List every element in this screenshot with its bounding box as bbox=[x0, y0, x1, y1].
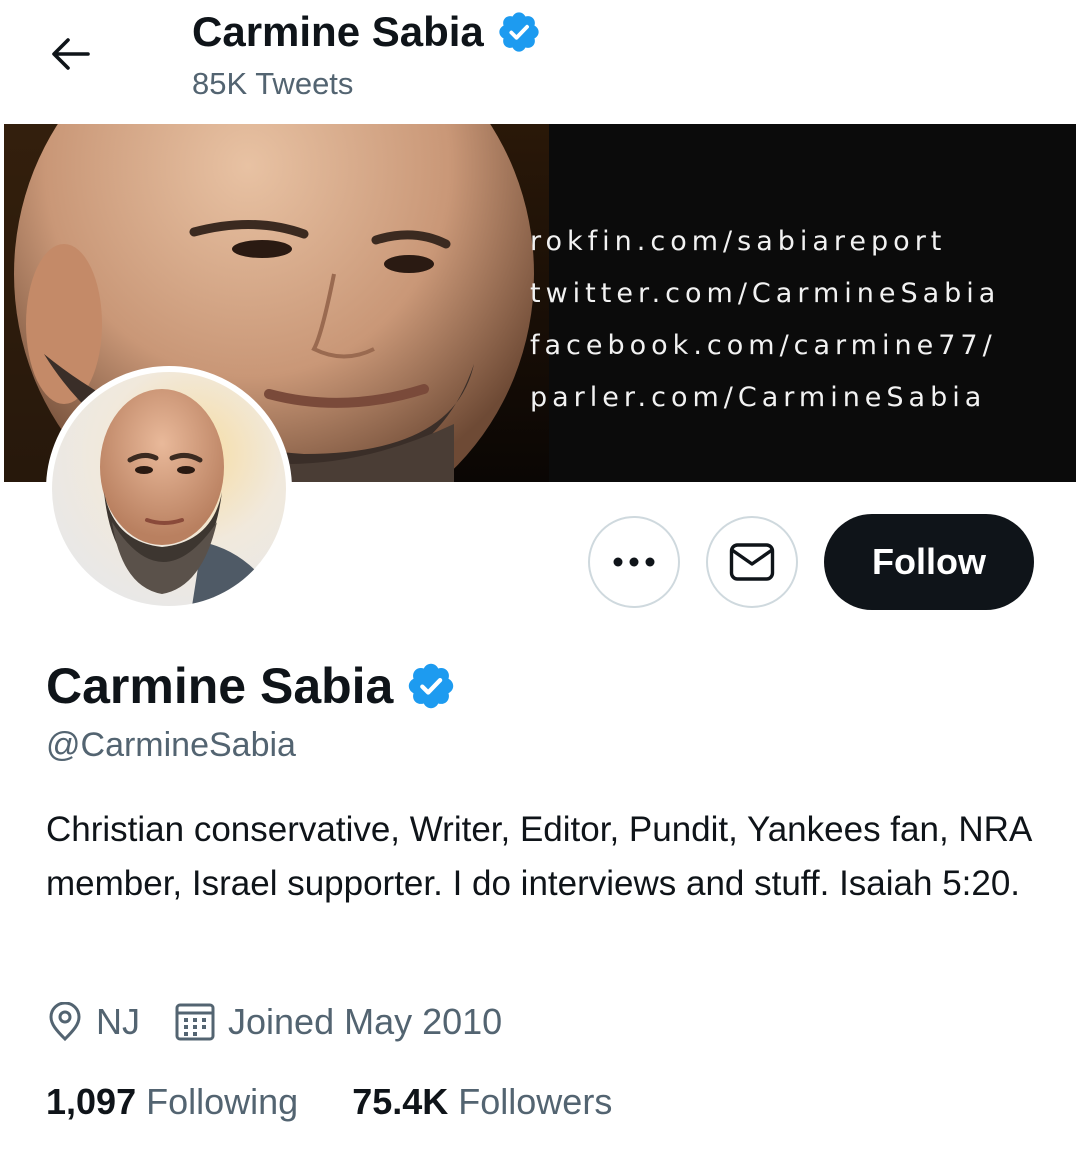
banner-link-facebook: facebook.com/carmine77/ bbox=[530, 330, 997, 361]
header-name: Carmine Sabia bbox=[192, 8, 484, 55]
following-label: Following bbox=[146, 1081, 299, 1122]
banner-link-rokfin: rokfin.com/sabiareport bbox=[530, 226, 947, 257]
joined-item: Joined May 2010 bbox=[174, 1001, 502, 1043]
followers-link[interactable]: 75.4K Followers bbox=[352, 1076, 612, 1128]
profile-avatar[interactable] bbox=[46, 366, 292, 612]
more-icon bbox=[613, 557, 655, 567]
follow-button[interactable]: Follow bbox=[824, 514, 1034, 610]
more-options-button[interactable] bbox=[588, 516, 680, 608]
followers-count: 75.4K bbox=[352, 1081, 449, 1122]
location-item: NJ bbox=[46, 1001, 140, 1043]
joined-text: Joined May 2010 bbox=[228, 1001, 503, 1042]
calendar-icon bbox=[175, 1003, 215, 1041]
verified-badge-icon bbox=[409, 663, 454, 709]
back-arrow-icon bbox=[52, 38, 90, 70]
banner-link-twitter: twitter.com/CarmineSabia bbox=[530, 278, 1001, 309]
followers-label: Followers bbox=[458, 1081, 613, 1122]
verified-badge-icon bbox=[499, 12, 539, 52]
profile-handle: @CarmineSabia bbox=[46, 726, 296, 764]
back-button[interactable] bbox=[38, 22, 102, 86]
location-text: NJ bbox=[96, 1001, 140, 1042]
envelope-icon bbox=[729, 543, 775, 581]
following-count: 1,097 bbox=[46, 1081, 137, 1122]
profile-bio: Christian conservative, Writer, Editor, … bbox=[46, 810, 1031, 903]
profile-meta: NJ Joined May 2010 bbox=[46, 996, 536, 1048]
top-bar: Carmine Sabia 85K Tweets bbox=[0, 0, 1080, 124]
header-title: Carmine Sabia bbox=[192, 6, 542, 58]
profile-name-row: Carmine Sabia bbox=[46, 654, 457, 718]
follow-stats: 1,097 Following 75.4K Followers bbox=[46, 1076, 666, 1128]
banner-link-parler: parler.com/CarmineSabia bbox=[530, 382, 987, 413]
location-pin-icon bbox=[49, 1002, 81, 1042]
banner-links: rokfin.com/sabiareport twitter.com/Carmi… bbox=[530, 216, 1000, 424]
message-button[interactable] bbox=[706, 516, 798, 608]
following-link[interactable]: 1,097 Following bbox=[46, 1076, 298, 1128]
profile-name: Carmine Sabia bbox=[46, 658, 394, 714]
avatar-portrait-image bbox=[52, 372, 286, 606]
tweet-count: 85K Tweets bbox=[192, 66, 354, 101]
